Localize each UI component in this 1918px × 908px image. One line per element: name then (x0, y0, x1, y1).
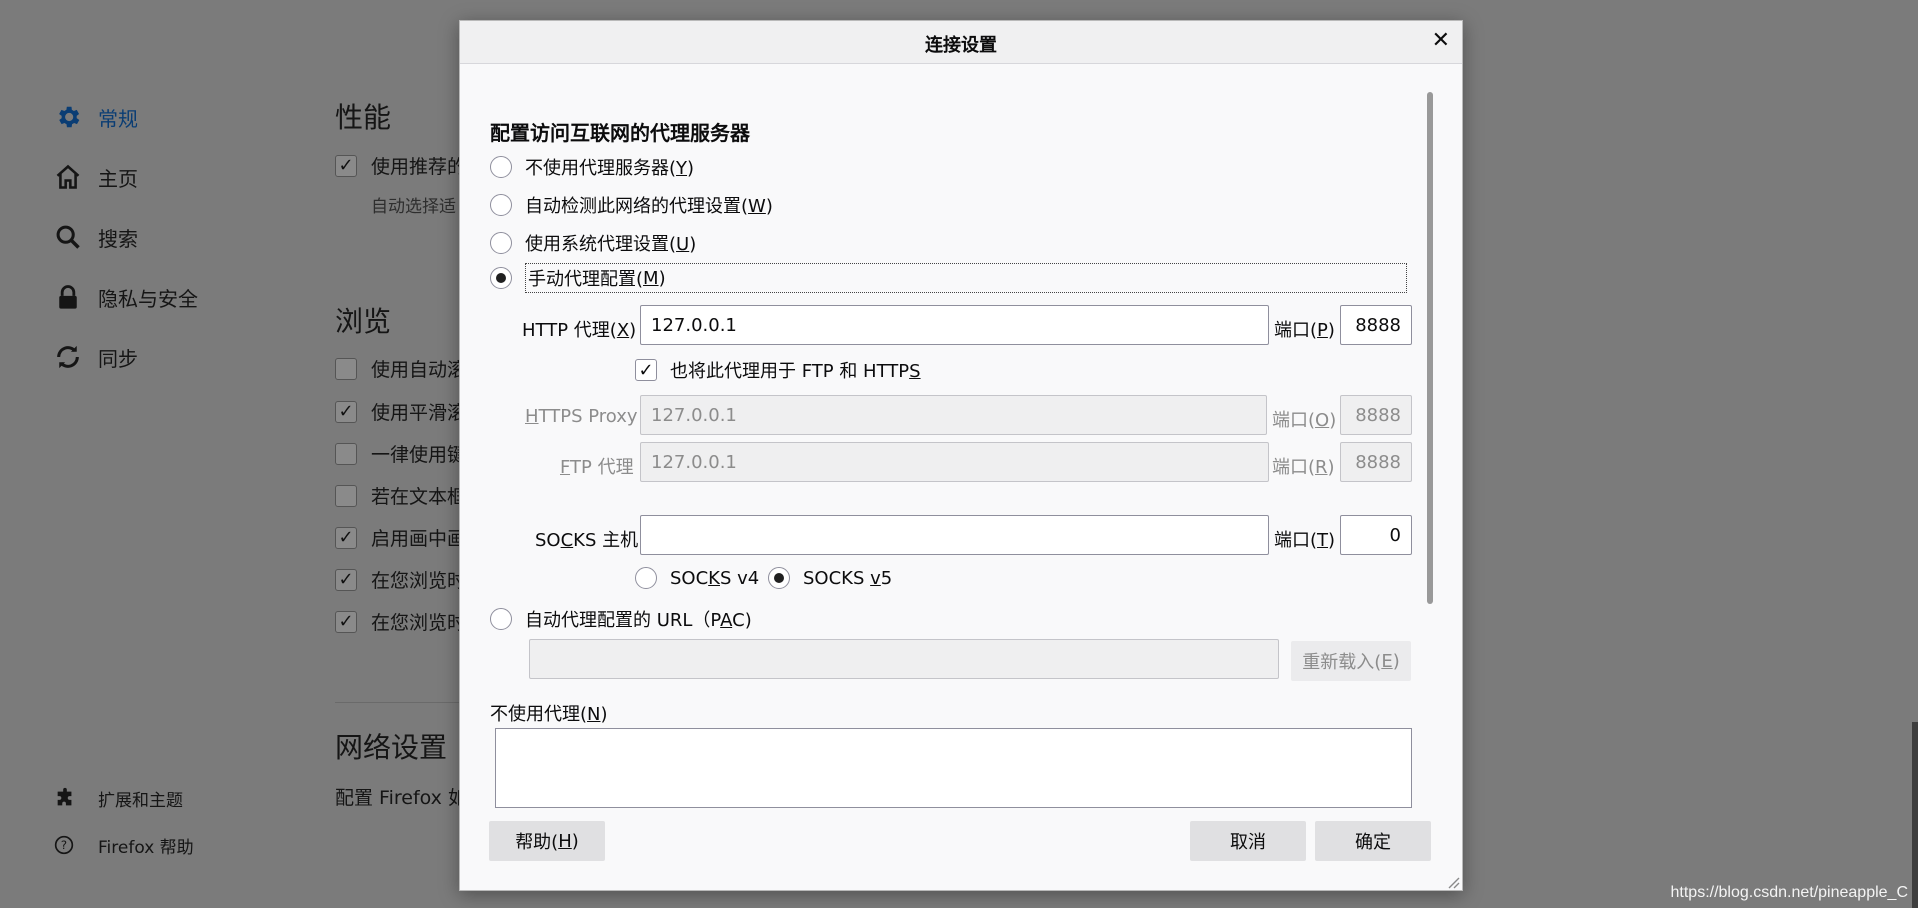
sidebar-item-addons[interactable]: 扩展和主题 (54, 783, 183, 813)
network-description: 配置 Firefox 如 (335, 787, 467, 809)
sidebar-item-search[interactable]: 搜索 (54, 222, 138, 252)
browsing-option[interactable]: ✓ 在您浏览时 (335, 608, 466, 635)
browsing-option[interactable]: 使用自动滚 (335, 355, 466, 382)
radio-pac-url[interactable]: 自动代理配置的 URL（PAC) (490, 606, 752, 632)
http-proxy-label: HTTP 代理(X) (522, 320, 637, 341)
help-icon: ? (54, 830, 88, 860)
watermark: https://blog.csdn.net/pineapple_C (1670, 884, 1909, 901)
help-button[interactable]: 帮助(H) (489, 821, 605, 861)
radio-manual-proxy[interactable]: 手动代理配置(M) (490, 263, 1407, 293)
browsing-option[interactable]: 一律使用键 (335, 440, 466, 467)
radio-button[interactable] (490, 194, 512, 216)
https-port-input[interactable]: 8888 (1340, 395, 1412, 435)
connection-settings-dialog: 连接设置 ✕ 配置访问互联网的代理服务器 不使用代理服务器(Y) 自动检测此网络… (459, 20, 1463, 891)
ftp-port-input[interactable]: 8888 (1340, 442, 1412, 482)
performance-option[interactable]: ✓ 使用推荐的 (335, 152, 466, 179)
checkbox[interactable] (335, 357, 357, 380)
ok-button[interactable]: 确定 (1315, 821, 1431, 861)
pac-url-input[interactable] (529, 639, 1279, 679)
radio-button[interactable] (490, 232, 512, 254)
radio-button[interactable] (635, 567, 657, 589)
dialog-scrollbar[interactable] (1427, 92, 1433, 604)
http-proxy-input[interactable]: 127.0.0.1 (640, 305, 1269, 345)
sidebar-item-label: Firefox 帮助 (98, 837, 194, 858)
radio-no-proxy[interactable]: 不使用代理服务器(Y) (490, 154, 694, 180)
lock-icon (54, 282, 88, 312)
network-heading: 网络设置 (335, 731, 448, 764)
preferences-sidebar: 常规 主页 搜索 隐私与安全 同步 扩展和主题 ? Firefox 帮助 (0, 0, 300, 908)
ftp-proxy-input[interactable]: 127.0.0.1 (640, 442, 1269, 482)
http-port-label: 端口(P) (1274, 320, 1335, 341)
checkbox[interactable]: ✓ (335, 610, 357, 633)
radio-button[interactable] (490, 267, 512, 289)
svg-text:?: ? (61, 838, 67, 852)
sidebar-item-label: 隐私与安全 (98, 286, 198, 311)
socks-host-label: SOCKS 主机 (535, 530, 639, 551)
https-proxy-input[interactable]: 127.0.0.1 (640, 395, 1267, 435)
radio-system-proxy[interactable]: 使用系统代理设置(U) (490, 230, 696, 256)
radio-button[interactable] (490, 156, 512, 178)
sidebar-item-label: 扩展和主题 (98, 790, 183, 811)
search-icon (54, 222, 88, 252)
https-proxy-label: HTTPS Proxy (525, 406, 638, 427)
puzzle-icon (54, 783, 88, 813)
performance-heading: 性能 (335, 101, 392, 134)
sidebar-item-general[interactable]: 常规 (54, 102, 138, 132)
sidebar-item-label: 搜索 (98, 226, 138, 251)
resize-grip-icon[interactable] (1446, 874, 1460, 889)
sidebar-item-label: 主页 (98, 166, 138, 191)
http-port-input[interactable]: 8888 (1340, 305, 1412, 345)
browsing-option[interactable]: 若在文本框 (335, 482, 466, 509)
cancel-button[interactable]: 取消 (1190, 821, 1306, 861)
sidebar-item-help[interactable]: ? Firefox 帮助 (54, 830, 194, 860)
no-proxy-label: 不使用代理(N) (490, 704, 608, 725)
sidebar-item-privacy[interactable]: 隐私与安全 (54, 282, 198, 312)
page-scrollbar[interactable] (1912, 722, 1918, 908)
home-icon (54, 162, 88, 192)
ftp-proxy-label: FTP 代理 (560, 457, 634, 478)
socks-port-input[interactable]: 0 (1340, 515, 1412, 555)
https-port-label: 端口(O) (1272, 410, 1337, 431)
checkbox[interactable]: ✓ (335, 526, 357, 549)
also-use-proxy-checkbox[interactable]: ✓ 也将此代理用于 FTP 和 HTTPS (635, 357, 921, 383)
radio-socks-v4[interactable]: SOCKS v4 (635, 567, 759, 589)
radio-socks-v5[interactable]: SOCKS v5 (768, 567, 892, 589)
radio-button[interactable] (490, 608, 512, 630)
checkbox[interactable] (335, 484, 357, 507)
checkbox-checked[interactable]: ✓ (635, 359, 657, 381)
no-proxy-textarea[interactable] (495, 728, 1412, 808)
browsing-option[interactable]: ✓ 在您浏览时 (335, 566, 466, 593)
close-icon[interactable]: ✕ (1432, 27, 1450, 55)
ftp-port-label: 端口(R) (1272, 457, 1335, 478)
socks-host-input[interactable] (640, 515, 1269, 555)
sidebar-item-home[interactable]: 主页 (54, 162, 138, 192)
performance-subtext: 自动选择适 (371, 197, 456, 217)
sidebar-item-sync[interactable]: 同步 (54, 342, 138, 372)
radio-auto-detect[interactable]: 自动检测此网络的代理设置(W) (490, 192, 773, 218)
section-title: 配置访问互联网的代理服务器 (490, 121, 750, 145)
dialog-header: 连接设置 ✕ (460, 21, 1462, 64)
checkbox[interactable]: ✓ (335, 568, 357, 591)
sync-icon (54, 342, 88, 372)
checkbox[interactable]: ✓ (335, 400, 357, 423)
browsing-option[interactable]: ✓ 启用画中画 (335, 524, 466, 551)
browsing-heading: 浏览 (335, 305, 392, 338)
gear-icon (54, 102, 88, 132)
sidebar-item-label: 同步 (98, 346, 138, 371)
checkbox[interactable] (335, 442, 357, 465)
checkbox[interactable]: ✓ (335, 154, 357, 177)
sidebar-item-label: 常规 (98, 106, 138, 131)
browsing-option[interactable]: ✓ 使用平滑滚 (335, 398, 466, 425)
reload-button[interactable]: 重新载入(E) (1291, 641, 1411, 681)
socks-port-label: 端口(T) (1274, 530, 1336, 551)
dialog-body: 配置访问互联网的代理服务器 不使用代理服务器(Y) 自动检测此网络的代理设置(W… (460, 64, 1462, 890)
dialog-title: 连接设置 (925, 35, 997, 56)
radio-button[interactable] (768, 567, 790, 589)
